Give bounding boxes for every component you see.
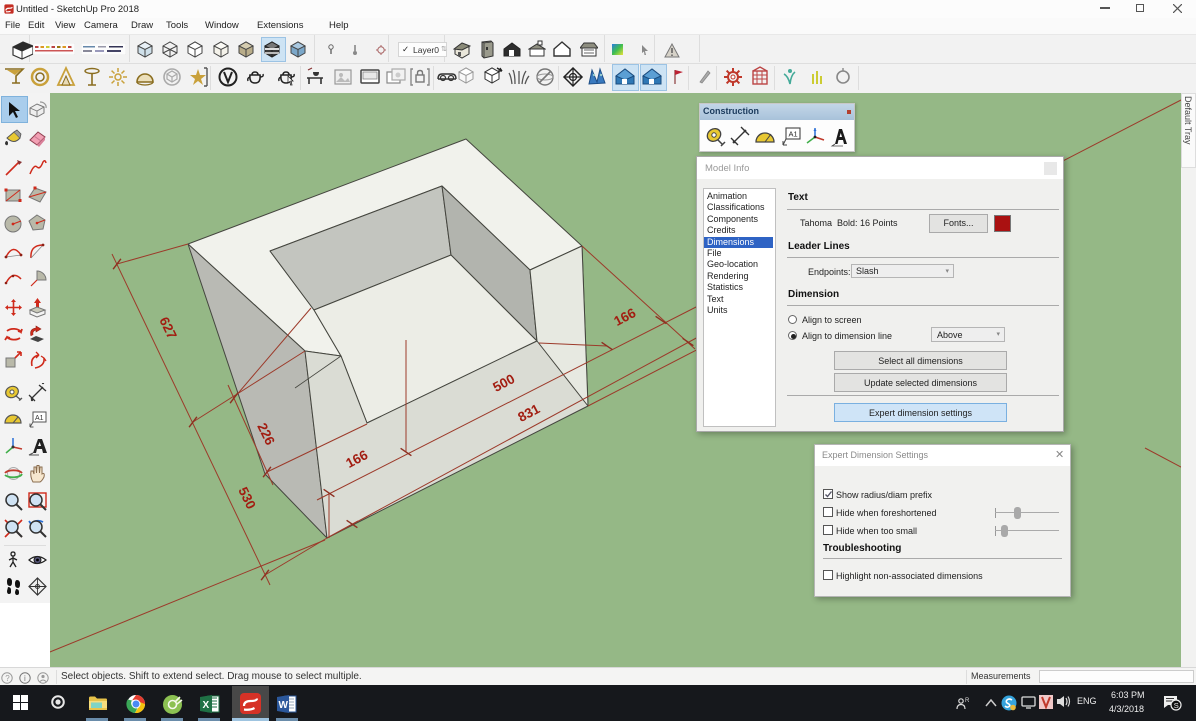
svg-text:i: i xyxy=(24,674,26,683)
svg-text:R: R xyxy=(965,698,970,704)
svg-text:?: ? xyxy=(5,674,10,683)
svg-text:S: S xyxy=(1174,701,1179,710)
svg-text:W: W xyxy=(279,700,289,711)
svg-text:A1: A1 xyxy=(35,415,44,422)
svg-text:X: X xyxy=(203,700,210,711)
svg-text:A1: A1 xyxy=(789,130,798,139)
